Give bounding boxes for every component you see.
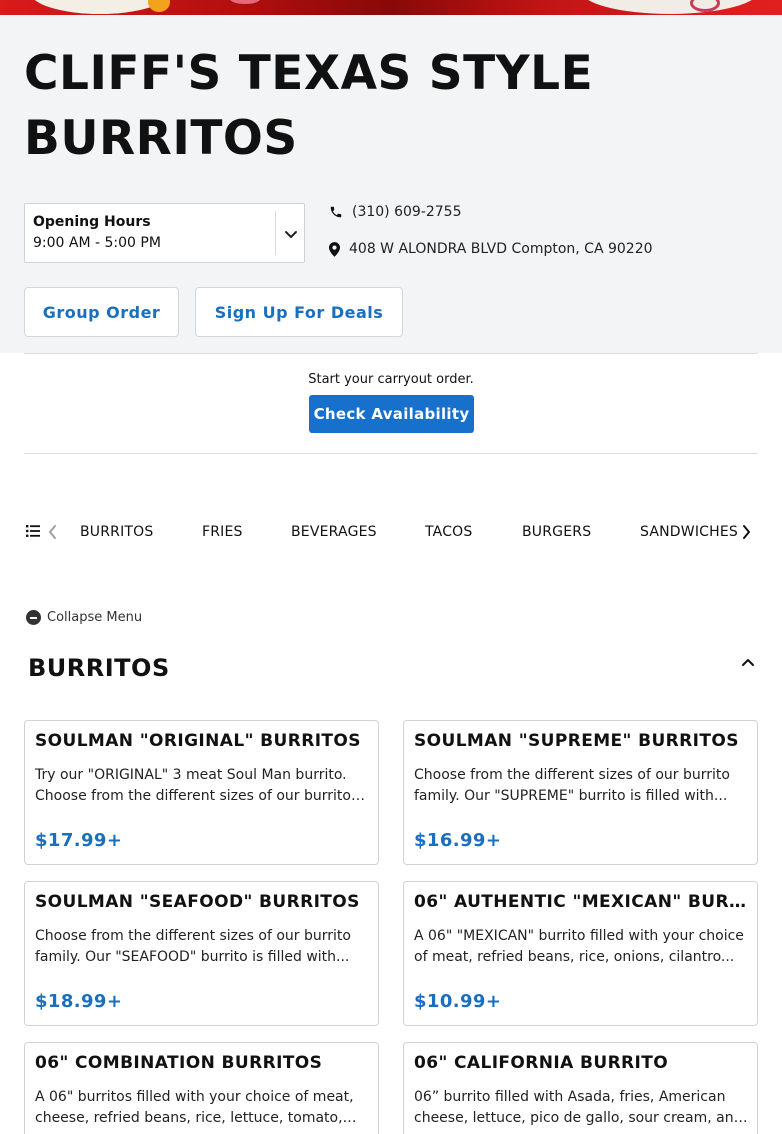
group-order-button[interactable]: Group Order — [24, 287, 179, 337]
opening-hours-value: 9:00 AM - 5:00 PM — [33, 235, 161, 251]
chevron-right-icon[interactable] — [740, 524, 752, 540]
menu-item-card[interactable]: 06" AUTHENTIC "MEXICAN" BURRITO A 06" "M… — [403, 881, 758, 1026]
menu-item-name: SOULMAN "ORIGINAL" BURRITOS — [35, 731, 361, 751]
carryout-prompt: Start your carryout order. — [308, 372, 474, 387]
menu-item-description: 06” burrito filled with Asada, fries, Am… — [414, 1089, 743, 1126]
divider — [24, 353, 758, 354]
restaurant-name: CLIFF'S TEXAS STYLE BURRITOS — [24, 46, 594, 166]
menu-item-name: 06" AUTHENTIC "MEXICAN" BURRITO — [414, 892, 750, 912]
check-availability-button[interactable]: Check Availability — [309, 395, 474, 433]
menu-item-card[interactable]: SOULMAN "ORIGINAL" BURRITOS Try our "ORI… — [24, 720, 379, 865]
category-tab-burgers[interactable]: BURGERS — [522, 524, 591, 540]
menu-item-price: $18.99+ — [35, 991, 123, 1012]
category-tab-burritos[interactable]: BURRITOS — [80, 524, 154, 540]
divider — [275, 211, 276, 255]
opening-hours-label: Opening Hours — [33, 214, 151, 230]
phone-row[interactable]: (310) 609-2755 — [329, 204, 462, 220]
category-tab-sandwiches[interactable]: SANDWICHES — [640, 524, 738, 540]
restaurant-header: CLIFF'S TEXAS STYLE BURRITOS Opening Hou… — [0, 15, 782, 353]
menu-item-description: Choose from the different sizes of our b… — [414, 767, 730, 804]
menu-item-description: Try our "ORIGINAL" 3 meat Soul Man burri… — [35, 767, 351, 804]
menu-item-card[interactable]: 06" COMBINATION BURRITOS A 06" burritos … — [24, 1042, 379, 1134]
phone-number[interactable]: (310) 609-2755 — [352, 204, 462, 220]
menu-item-name: SOULMAN "SUPREME" BURRITOS — [414, 731, 739, 751]
menu-item-card[interactable]: SOULMAN "SEAFOOD" BURRITOS Choose from t… — [24, 881, 379, 1026]
menu-item-name: 06" COMBINATION BURRITOS — [35, 1053, 323, 1073]
list-icon[interactable] — [26, 525, 40, 537]
menu-item-description: Choose from the different sizes of our b… — [35, 928, 351, 965]
menu-item-description: A 06" "MEXICAN" burrito filled with your… — [414, 928, 744, 965]
menu-item-price: $17.99+ — [35, 830, 123, 851]
collapse-menu-label: Collapse Menu — [47, 610, 143, 625]
category-tab-tacos[interactable]: TACOS — [425, 524, 472, 540]
opening-hours-dropdown[interactable]: Opening Hours 9:00 AM - 5:00 PM — [24, 203, 305, 263]
category-tab-beverages[interactable]: BEVERAGES — [291, 524, 377, 540]
category-nav: BURRITOS FRIES BEVERAGES TACOS BURGERS S… — [0, 516, 782, 548]
chevron-left-icon[interactable] — [47, 524, 59, 540]
section-title: BURRITOS — [28, 654, 170, 682]
menu-item-card[interactable]: SOULMAN "SUPREME" BURRITOS Choose from t… — [403, 720, 758, 865]
address-row[interactable]: 408 W ALONDRA BLVD Compton, CA 90220 — [329, 241, 653, 257]
hero-image — [0, 0, 782, 15]
menu-item-description: A 06" burritos filled with your choice o… — [35, 1089, 354, 1126]
collapse-menu-button[interactable]: Collapse Menu — [26, 610, 142, 625]
divider — [24, 453, 758, 454]
menu-item-card[interactable]: 06" CALIFORNIA BURRITO 06” burrito fille… — [403, 1042, 758, 1134]
category-tab-fries[interactable]: FRIES — [202, 524, 243, 540]
sign-up-deals-button[interactable]: Sign Up For Deals — [195, 287, 403, 337]
chevron-up-icon[interactable] — [740, 655, 756, 669]
phone-icon — [330, 206, 342, 218]
address-text[interactable]: 408 W ALONDRA BLVD Compton, CA 90220 — [349, 241, 653, 257]
menu-item-price: $16.99+ — [414, 830, 502, 851]
location-pin-icon — [329, 241, 340, 257]
menu-item-name: SOULMAN "SEAFOOD" BURRITOS — [35, 892, 360, 912]
menu-item-price: $10.99+ — [414, 991, 502, 1012]
minus-circle-icon — [26, 610, 41, 625]
menu-item-name: 06" CALIFORNIA BURRITO — [414, 1053, 669, 1073]
chevron-down-icon[interactable] — [283, 226, 299, 242]
